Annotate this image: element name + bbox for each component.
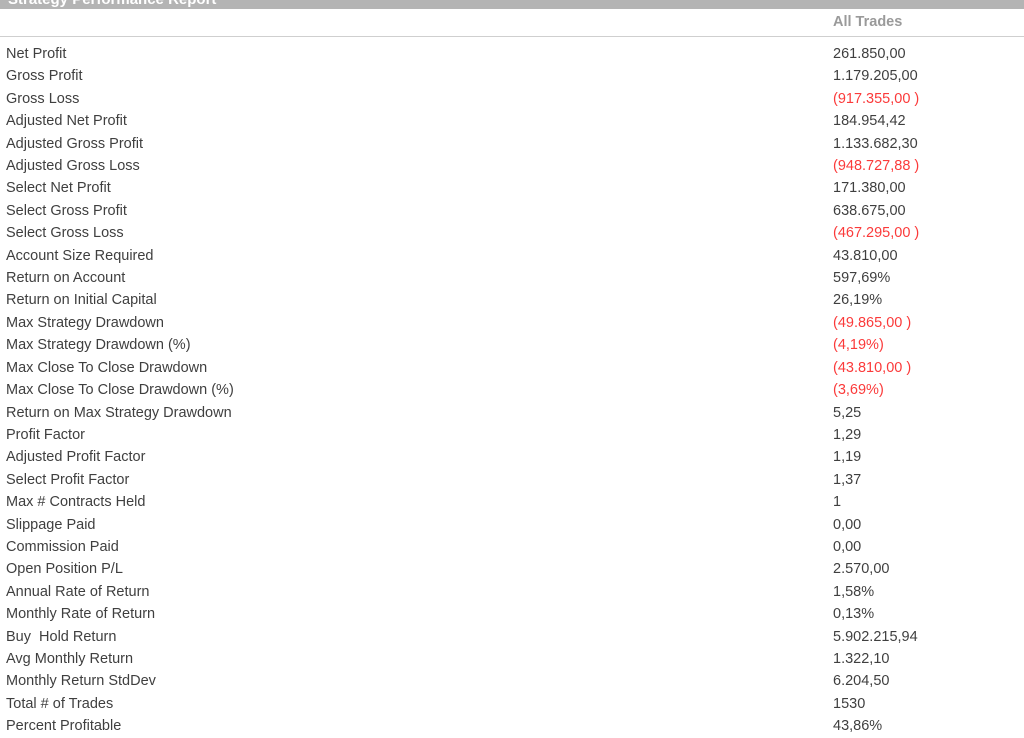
table-row[interactable]: Percent Profitable 43,86% (0, 715, 1024, 737)
table-row[interactable]: Adjusted Gross Loss (948.727,88 ) (0, 155, 1024, 177)
metric-label: Monthly Return StdDev (6, 673, 156, 690)
metric-value-all-trades: 0,00 (833, 516, 862, 533)
metric-value-all-trades: 1,58% (833, 583, 875, 600)
table-header: All Trades (0, 9, 1024, 36)
metric-label: Gross Profit (6, 68, 83, 85)
metric-label: Max Close To Close Drawdown (%) (6, 382, 234, 399)
window-titlebar: Strategy Performance Report (0, 0, 1024, 9)
table-row[interactable]: Net Profit 261.850,00 (0, 43, 1024, 65)
metric-value-all-trades: 1 (833, 494, 842, 511)
performance-metrics-table: Net Profit 261.850,00 Gross Profit 1.179.20… (0, 43, 1024, 738)
metric-label: Adjusted Net Profit (6, 113, 127, 130)
table-row[interactable]: Annual Rate of Return 1,58% (0, 581, 1024, 603)
column-header-all-trades: All Trades (833, 14, 903, 30)
metric-label: Adjusted Gross Loss (6, 158, 140, 175)
metric-value-all-trades: 5,25 (833, 404, 862, 421)
table-row[interactable]: Gross Loss (917.355,00 ) (0, 88, 1024, 110)
metric-value-all-trades: (4,19%) (833, 337, 884, 354)
window-title: Strategy Performance Report (8, 0, 216, 9)
metric-label: Commission Paid (6, 538, 119, 555)
metric-label: Select Gross Profit (6, 202, 127, 219)
metric-value-all-trades: 6.204,50 (833, 673, 890, 690)
table-row[interactable]: Open Position P/L 2.570,00 (0, 558, 1024, 580)
table-row[interactable]: Return on Account 597,69% (0, 267, 1024, 289)
metric-label: Return on Initial Capital (6, 292, 157, 309)
table-row[interactable]: Slippage Paid 0,00 (0, 514, 1024, 536)
metric-value-all-trades: 1,37 (833, 471, 862, 488)
metric-label: Open Position P/L (6, 561, 123, 578)
metric-value-all-trades: 1.322,10 (833, 650, 890, 667)
metric-label: Annual Rate of Return (6, 583, 150, 600)
metric-value-all-trades: 638.675,00 (833, 202, 906, 219)
metric-label: Adjusted Profit Factor (6, 449, 146, 466)
table-row[interactable]: Max # Contracts Held 1 (0, 491, 1024, 513)
metric-label: Total # of Trades (6, 695, 114, 712)
table-row[interactable]: Gross Profit 1.179.205,00 (0, 65, 1024, 87)
table-row[interactable]: Adjusted Net Profit 184.954,42 (0, 110, 1024, 132)
table-row[interactable]: Commission Paid 0,00 (0, 536, 1024, 558)
metric-value-all-trades: 184.954,42 (833, 113, 906, 130)
table-row[interactable]: Adjusted Gross Profit 1.133.682,30 (0, 133, 1024, 155)
table-row[interactable]: Select Gross Profit 638.675,00 (0, 200, 1024, 222)
table-row[interactable]: Select Net Profit 171.380,00 (0, 177, 1024, 199)
metric-label: Max Strategy Drawdown (6, 314, 164, 331)
metric-value-all-trades: 5.902.215,94 (833, 628, 918, 645)
metric-label: Return on Max Strategy Drawdown (6, 404, 232, 421)
metric-value-all-trades: (43.810,00 ) (833, 359, 912, 376)
metric-value-all-trades: (467.295,00 ) (833, 225, 920, 242)
table-row[interactable]: Monthly Return StdDev 6.204,50 (0, 670, 1024, 692)
metric-value-all-trades: 0,13% (833, 606, 875, 623)
table-row[interactable]: Monthly Rate of Return 0,13% (0, 603, 1024, 625)
metric-value-all-trades: 1,19 (833, 449, 862, 466)
table-row[interactable]: Return on Initial Capital 26,19% (0, 289, 1024, 311)
table-row[interactable]: Max Close To Close Drawdown (43.810,00 ) (0, 357, 1024, 379)
metric-value-all-trades: (49.865,00 ) (833, 314, 912, 331)
metric-label: Avg Monthly Return (6, 650, 134, 667)
table-row[interactable]: Total # of Trades 1530 (0, 693, 1024, 715)
table-row[interactable]: Profit Factor 1,29 (0, 424, 1024, 446)
header-divider (0, 36, 1024, 37)
table-row[interactable]: Max Strategy Drawdown (49.865,00 ) (0, 312, 1024, 334)
metric-label: Account Size Required (6, 247, 154, 264)
metric-value-all-trades: 261.850,00 (833, 46, 906, 62)
table-row[interactable]: Select Gross Loss (467.295,00 ) (0, 222, 1024, 244)
metric-value-all-trades: (948.727,88 ) (833, 158, 920, 175)
metric-label: Select Profit Factor (6, 471, 130, 488)
metric-label: Buy Hold Return (6, 628, 117, 645)
metric-label: Profit Factor (6, 426, 85, 443)
table-row[interactable]: Account Size Required 43.810,00 (0, 245, 1024, 267)
metric-label: Slippage Paid (6, 516, 96, 533)
table-row[interactable]: Buy Hold Return 5.902.215,94 (0, 626, 1024, 648)
table-row[interactable]: Adjusted Profit Factor 1,19 (0, 446, 1024, 468)
metric-label: Percent Profitable (6, 718, 122, 735)
metric-value-all-trades: 1,29 (833, 426, 862, 443)
table-row[interactable]: Select Profit Factor 1,37 (0, 469, 1024, 491)
metric-value-all-trades: 1530 (833, 695, 866, 712)
metric-value-all-trades: (917.355,00 ) (833, 90, 920, 107)
metric-label: Return on Account (6, 270, 126, 287)
metric-value-all-trades: 43.810,00 (833, 247, 898, 264)
metric-label: Select Net Profit (6, 180, 111, 197)
metric-label: Gross Loss (6, 90, 80, 107)
metric-value-all-trades: 171.380,00 (833, 180, 906, 197)
table-row[interactable]: Max Close To Close Drawdown (%) (3,69%) (0, 379, 1024, 401)
metric-value-all-trades: 26,19% (833, 292, 883, 309)
metric-value-all-trades: 2.570,00 (833, 561, 890, 578)
metric-value-all-trades: 1.133.682,30 (833, 135, 918, 152)
metric-label: Max Strategy Drawdown (%) (6, 337, 191, 354)
metric-value-all-trades: (3,69%) (833, 382, 884, 399)
table-row[interactable]: Avg Monthly Return 1.322,10 (0, 648, 1024, 670)
metric-label: Max # Contracts Held (6, 494, 146, 511)
metric-value-all-trades: 597,69% (833, 270, 891, 287)
metric-label: Adjusted Gross Profit (6, 135, 143, 152)
metric-label: Monthly Rate of Return (6, 606, 156, 623)
metric-label: Select Gross Loss (6, 225, 124, 242)
metric-label: Net Profit (6, 46, 67, 62)
table-row[interactable]: Max Strategy Drawdown (%) (4,19%) (0, 334, 1024, 356)
metric-value-all-trades: 0,00 (833, 538, 862, 555)
metric-value-all-trades: 1.179.205,00 (833, 68, 918, 85)
table-row[interactable]: Return on Max Strategy Drawdown 5,25 (0, 402, 1024, 424)
metric-label: Max Close To Close Drawdown (6, 359, 208, 376)
metric-value-all-trades: 43,86% (833, 718, 883, 735)
